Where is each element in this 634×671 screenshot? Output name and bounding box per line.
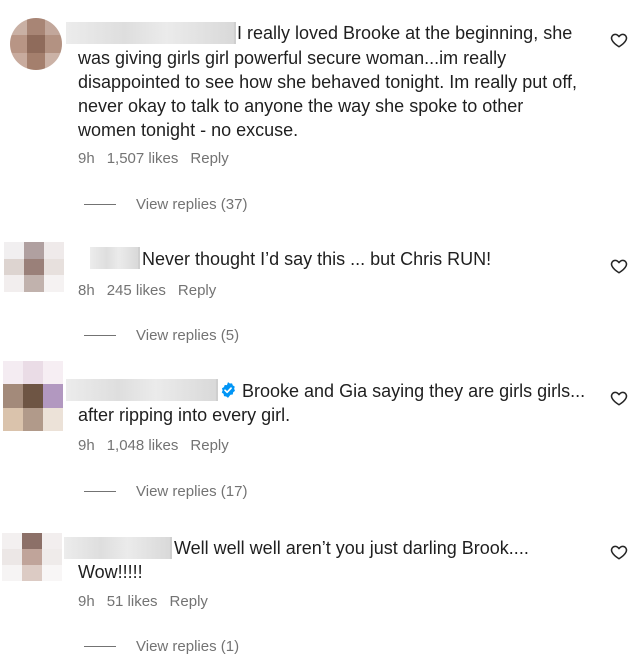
comment-text-line: Never thought I’d say this ... but Chris…	[142, 249, 492, 269]
username-redacted[interactable]	[66, 22, 236, 44]
reply-button[interactable]: Reply	[190, 150, 228, 167]
avatar[interactable]	[4, 242, 64, 292]
comment-item: Well well well aren’t you just darling B…	[0, 515, 634, 671]
divider-dash	[84, 204, 116, 205]
comment-item: Brooke and Gia saying they are girls gir…	[0, 355, 634, 515]
divider-dash	[84, 335, 116, 336]
avatar[interactable]	[3, 361, 63, 431]
view-replies-button[interactable]: View replies (17)	[84, 483, 247, 500]
comment-text-line: Brooke and Gia saying they are girls gir…	[242, 381, 586, 401]
username-redacted[interactable]	[90, 247, 140, 269]
username-redacted[interactable]	[64, 537, 172, 559]
username-redacted[interactable]	[66, 379, 218, 401]
view-replies-label: View replies (1)	[136, 638, 240, 655]
comment-text-line: after ripping into every girl.	[78, 405, 291, 425]
comment-text-line: disappointed to see how she behaved toni…	[78, 72, 577, 92]
comment-item: Never thought I’d say this ... but Chris…	[0, 230, 634, 355]
comment-text-line: Well well well aren’t you just darling B…	[174, 538, 529, 558]
comment-text-line: women tonight - no excuse.	[78, 120, 299, 140]
comment-meta: 9h 1,048 likes Reply	[78, 437, 229, 454]
heart-outline-icon[interactable]	[610, 389, 628, 407]
view-replies-label: View replies (17)	[136, 483, 248, 500]
like-count[interactable]: 245 likes	[107, 282, 166, 299]
comment-meta: 8h 245 likes Reply	[78, 282, 216, 299]
comment-text-line: Wow!!!!!	[78, 562, 143, 582]
comment-text-line: was giving girls girl powerful secure wo…	[78, 48, 507, 68]
view-replies-label: View replies (5)	[136, 327, 240, 344]
divider-dash	[84, 646, 116, 647]
comment-time: 8h	[78, 282, 95, 299]
reply-button[interactable]: Reply	[178, 282, 216, 299]
reply-button[interactable]: Reply	[170, 593, 208, 610]
avatar[interactable]	[2, 533, 62, 581]
comment-time: 9h	[78, 593, 95, 610]
comment-text-line: I really loved Brooke at the beginning, …	[237, 23, 573, 43]
heart-outline-icon[interactable]	[610, 543, 628, 561]
like-count[interactable]: 1,048 likes	[107, 437, 179, 454]
comment-text-line: never okay to talk to anyone the way she…	[78, 96, 524, 116]
comment-time: 9h	[78, 437, 95, 454]
heart-outline-icon[interactable]	[610, 257, 628, 275]
avatar[interactable]	[10, 18, 62, 70]
view-replies-label: View replies (37)	[136, 196, 248, 213]
view-replies-button[interactable]: View replies (5)	[84, 327, 239, 344]
comment-item: I really loved Brooke at the beginning, …	[0, 0, 634, 230]
verified-badge-icon	[221, 382, 235, 398]
comment-meta: 9h 1,507 likes Reply	[78, 150, 229, 167]
reply-button[interactable]: Reply	[190, 437, 228, 454]
like-count[interactable]: 1,507 likes	[107, 150, 179, 167]
comment-time: 9h	[78, 150, 95, 167]
comment-meta: 9h 51 likes Reply	[78, 593, 208, 610]
view-replies-button[interactable]: View replies (1)	[84, 638, 239, 655]
like-count[interactable]: 51 likes	[107, 593, 158, 610]
view-replies-button[interactable]: View replies (37)	[84, 196, 247, 213]
divider-dash	[84, 491, 116, 492]
heart-outline-icon[interactable]	[610, 31, 628, 49]
